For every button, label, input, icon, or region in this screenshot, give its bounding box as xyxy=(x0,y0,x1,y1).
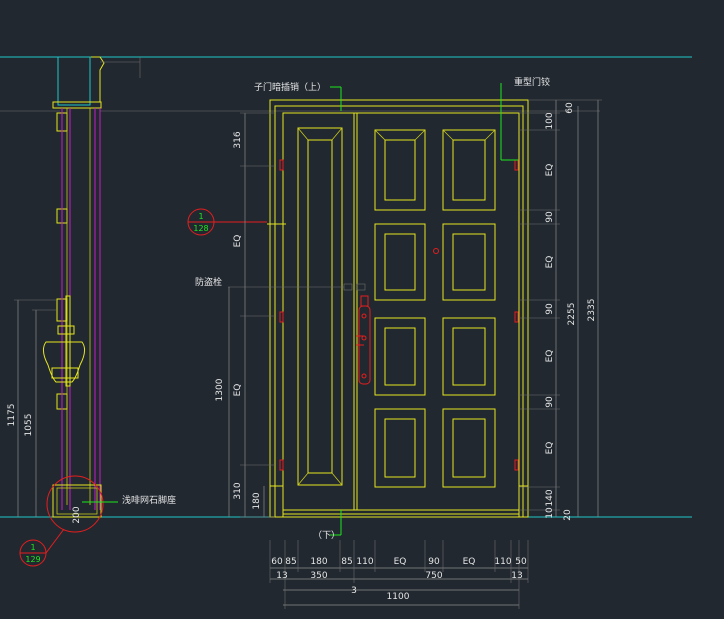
dim-bot-eq1: EQ xyxy=(394,557,407,567)
dim-bot-110b: 110 xyxy=(494,557,511,567)
dim-right-eq3: EQ xyxy=(545,350,555,363)
hinge-marker xyxy=(514,311,519,323)
dim-bot-350: 350 xyxy=(310,571,327,581)
dim-left-180: 180 xyxy=(252,492,262,509)
dim-right-100: 100 xyxy=(545,112,555,129)
label-hinge: 重型门铰 xyxy=(514,76,550,88)
dim-bot-50: 50 xyxy=(515,557,527,567)
dim-side-1175: 1175 xyxy=(7,404,17,427)
dim-right-eq4: EQ xyxy=(545,442,555,455)
dim-right-90a: 90 xyxy=(545,211,555,223)
callout-128-bottom: 128 xyxy=(193,224,208,233)
dim-right-20: 20 xyxy=(563,509,573,521)
dim-left-eq: EQ xyxy=(233,235,243,248)
right-dimensions: 60 100 EQ 90 EQ 90 EQ 90 EQ 140 20 10 22… xyxy=(519,99,602,521)
dim-left-1300: 1300 xyxy=(215,378,225,401)
dim-total-outer: 2335 xyxy=(587,299,597,322)
dim-right-140: 140 xyxy=(545,489,555,506)
hinge-marker xyxy=(279,159,284,171)
dim-bot-60: 60 xyxy=(271,557,283,567)
label-stone-base: 浅啡网石脚座 xyxy=(122,494,176,506)
dim-bot-13b: 13 xyxy=(511,571,522,581)
hinge-marker xyxy=(514,159,519,171)
dim-bot-110a: 110 xyxy=(356,557,373,567)
dim-right-10: 10 xyxy=(545,507,555,519)
dim-bot-90: 90 xyxy=(428,557,440,567)
cad-drawing-canvas[interactable]: 1 128 1 129 子门暗插销（上） 重型门铰 防盗栓 浅啡网石脚座 （下）… xyxy=(0,0,724,619)
hinge-marker xyxy=(279,311,284,323)
dim-bot-1100: 1100 xyxy=(387,592,410,602)
dim-side-200: 200 xyxy=(72,506,82,523)
side-section xyxy=(42,56,141,518)
dim-left-310: 310 xyxy=(233,482,243,499)
dim-right-eq2: EQ xyxy=(545,256,555,269)
callout-128[interactable]: 1 128 xyxy=(187,208,286,236)
door-panels xyxy=(374,129,496,488)
dim-right-90b: 90 xyxy=(545,303,555,315)
callout-128-top: 1 xyxy=(198,212,203,221)
left-door-dimensions: 316 EQ 1300 EQ 310 180 xyxy=(215,112,275,518)
door-elevation xyxy=(269,99,529,518)
label-sub-door-bolt-top: 子门暗插销（上） xyxy=(254,81,326,93)
dim-right-eq1: EQ xyxy=(545,164,555,177)
dim-left-eq2: EQ xyxy=(233,384,243,397)
dim-left-316: 316 xyxy=(233,131,243,148)
label-sub-door-bolt-bottom: （下） xyxy=(313,530,340,541)
dim-total-inner: 2255 xyxy=(567,303,577,326)
door-handle xyxy=(356,295,371,385)
label-peephole: 防盗栓 xyxy=(195,276,222,288)
dim-bot-180: 180 xyxy=(310,557,327,567)
hinge-marker xyxy=(279,459,284,471)
dim-right-90c: 90 xyxy=(545,396,555,408)
dim-side-1055: 1055 xyxy=(24,414,34,437)
peephole-icon xyxy=(433,248,439,254)
dim-right-60: 60 xyxy=(565,102,575,114)
dim-bot-13a: 13 xyxy=(276,571,287,581)
callout-129-top: 1 xyxy=(30,543,35,552)
dim-bot-eq2: EQ xyxy=(463,557,476,567)
dim-bot-85a: 85 xyxy=(285,557,296,567)
callout-129-bottom: 129 xyxy=(25,555,40,564)
dim-bot-3: 3 xyxy=(351,586,357,596)
dim-bot-750: 750 xyxy=(425,571,442,581)
hinge-marker xyxy=(514,459,519,471)
dim-bot-85b: 85 xyxy=(341,557,352,567)
bottom-dimensions: 60 85 180 85 110 EQ 90 EQ 110 50 13 350 … xyxy=(269,540,529,609)
